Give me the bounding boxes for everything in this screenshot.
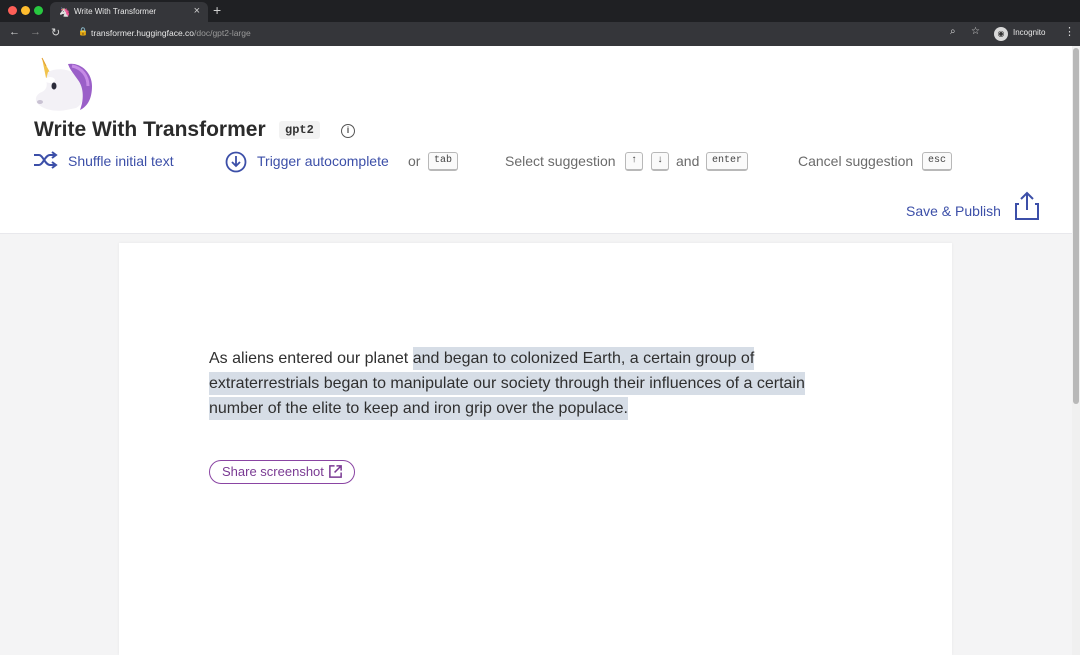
browser-menu-icon[interactable]: ⋮ <box>1064 25 1075 38</box>
external-link-icon <box>329 465 342 478</box>
browser-toolbar: ← → ↻ 🔒 transformer.huggingface.co/doc/g… <box>0 22 1080 46</box>
tab-close-icon[interactable]: × <box>194 5 200 17</box>
star-bookmark-icon[interactable]: ☆ <box>971 26 980 37</box>
editor-text[interactable]: As aliens entered our planet and began t… <box>209 346 859 421</box>
page-title: Write With Transformer <box>34 118 266 141</box>
url-text: transformer.huggingface.co/doc/gpt2-larg… <box>91 28 251 38</box>
page-header: Write With Transformer gpt2 i Shuffle in… <box>0 46 1072 234</box>
share-screenshot-label: Share screenshot <box>222 464 324 479</box>
maximize-window-button[interactable] <box>34 6 43 15</box>
up-key-badge: ↑ <box>625 152 644 171</box>
tab-title: Write With Transformer <box>74 7 157 16</box>
cancel-suggestion-label: Cancel suggestion <box>798 153 914 169</box>
enter-key-badge: enter <box>706 152 749 171</box>
page-scrollbar[interactable] <box>1072 46 1080 655</box>
close-window-button[interactable] <box>8 6 17 15</box>
reload-icon[interactable]: ↻ <box>51 26 60 39</box>
document-editor[interactable]: As aliens entered our planet and began t… <box>119 243 952 655</box>
shuffle-initial-text-button[interactable]: Shuffle initial text <box>68 153 174 169</box>
share-screenshot-button[interactable]: Share screenshot <box>209 460 355 484</box>
url-host: transformer.huggingface.co <box>91 28 195 38</box>
url-path: /doc/gpt2-large <box>194 28 251 38</box>
unicorn-favicon-icon: 🦄 <box>59 7 71 17</box>
shuffle-icon[interactable] <box>33 150 58 170</box>
back-arrow-icon[interactable]: ← <box>9 26 20 38</box>
select-suggestion-label: Select suggestion <box>505 153 616 169</box>
download-circle-icon[interactable] <box>225 151 247 173</box>
zoom-icon[interactable]: ⌕ <box>950 26 956 37</box>
lock-icon: 🔒 <box>78 27 88 36</box>
upload-share-icon[interactable] <box>1013 191 1041 221</box>
minimize-window-button[interactable] <box>21 6 30 15</box>
or-text: or <box>408 153 421 169</box>
and-text: and <box>676 153 700 169</box>
browser-tab[interactable]: 🦄 Write With Transformer × <box>50 2 208 22</box>
incognito-label: Incognito <box>1013 28 1046 37</box>
new-tab-button[interactable]: + <box>213 2 221 18</box>
scrollbar-thumb[interactable] <box>1073 48 1079 404</box>
save-publish-button[interactable]: Save & Publish <box>906 203 1001 219</box>
incognito-icon[interactable]: ◉ <box>994 27 1008 41</box>
down-key-badge: ↓ <box>651 152 670 171</box>
info-icon[interactable]: i <box>341 124 355 138</box>
browser-tab-bar: 🦄 Write With Transformer × + <box>0 0 1080 22</box>
forward-arrow-icon[interactable]: → <box>30 26 41 38</box>
trigger-autocomplete-button[interactable]: Trigger autocomplete <box>257 153 389 169</box>
esc-key-badge: esc <box>922 152 953 171</box>
unicorn-logo-icon <box>35 57 92 111</box>
tab-key-badge: tab <box>428 152 459 171</box>
model-badge: gpt2 <box>279 121 320 139</box>
prompt-text: As aliens entered our planet <box>209 350 413 367</box>
address-bar[interactable]: 🔒 transformer.huggingface.co/doc/gpt2-la… <box>72 25 962 43</box>
